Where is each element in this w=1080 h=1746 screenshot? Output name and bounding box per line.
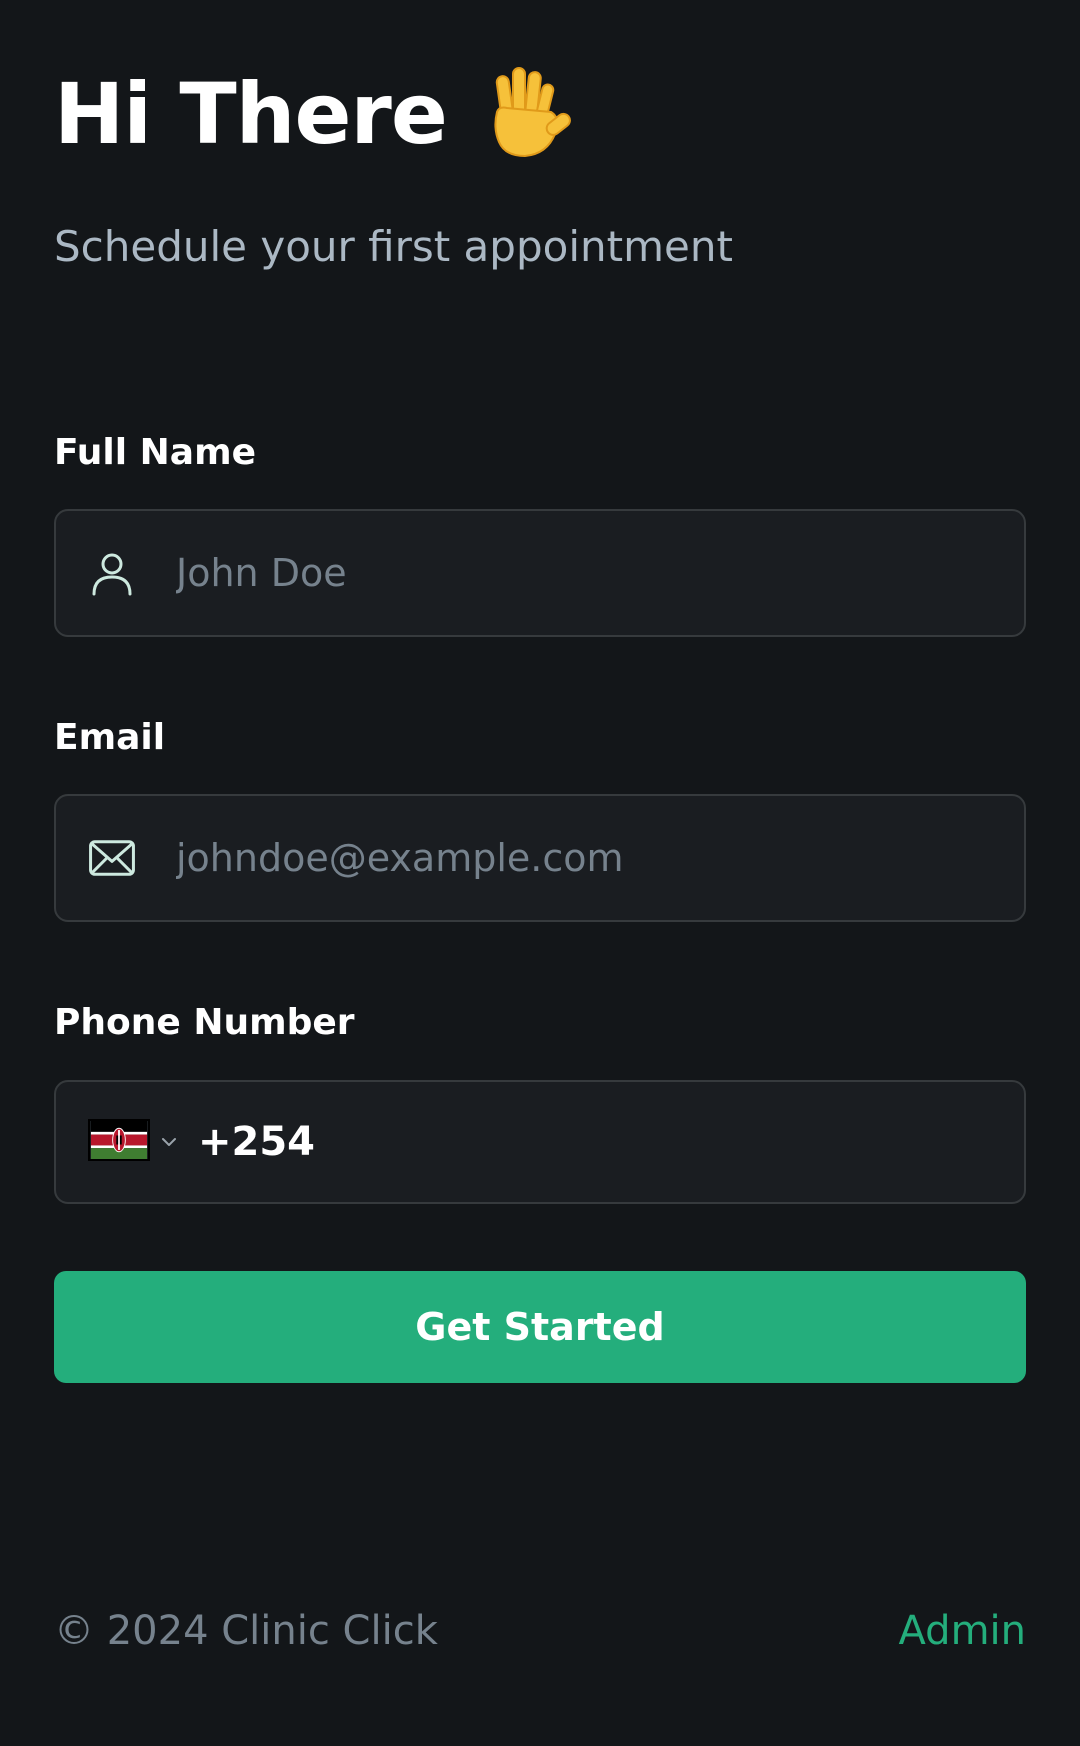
email-field[interactable] — [54, 794, 1026, 922]
page-heading: Hi There — [54, 62, 573, 166]
footer: © 2024 Clinic Click Admin — [54, 1608, 1026, 1654]
admin-link[interactable]: Admin — [899, 1608, 1026, 1654]
chevron-down-icon — [162, 1138, 176, 1146]
page-title: Hi There — [54, 65, 448, 163]
full-name-input[interactable] — [176, 511, 1024, 635]
onboarding-page: Hi There Schedule your first appointment… — [0, 0, 1080, 1746]
phone-number-field[interactable]: +254 — [54, 1080, 1026, 1204]
phone-number-input[interactable] — [315, 1082, 1024, 1202]
waving-hand-icon — [469, 62, 573, 166]
copyright-text: © 2024 Clinic Click — [54, 1608, 438, 1654]
country-code-select[interactable] — [88, 1082, 178, 1202]
mail-icon — [88, 834, 136, 882]
full-name-label: Full Name — [54, 432, 256, 473]
email-input[interactable] — [176, 796, 1024, 920]
user-icon — [88, 549, 136, 597]
get-started-button[interactable]: Get Started — [54, 1271, 1026, 1383]
dial-code: +254 — [198, 1119, 316, 1165]
kenya-flag-icon — [88, 1119, 150, 1165]
phone-number-label: Phone Number — [54, 1002, 355, 1043]
page-subtitle: Schedule your first appointment — [54, 222, 733, 271]
full-name-field[interactable] — [54, 509, 1026, 637]
email-label: Email — [54, 717, 166, 758]
